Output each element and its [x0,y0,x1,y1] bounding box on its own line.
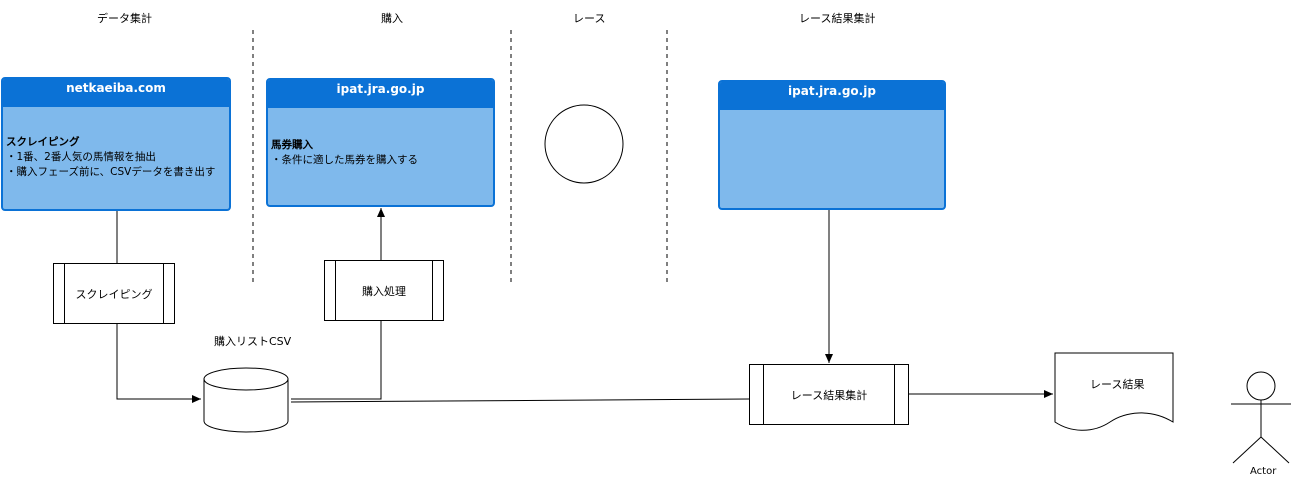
storage-cylinder [203,367,289,433]
card-heading: スクレイピング [6,136,80,148]
process-label: レース結果集計 [790,388,868,402]
storage-label: 購入リストCSV [214,335,292,348]
connector [291,321,382,400]
connector [116,323,201,403]
card-header: ipat.jra.go.jp [268,80,493,108]
card-line: ・条件に適した馬券を購入する [271,154,418,166]
card-body: 馬券購入 ・条件に適した馬券を購入する [271,138,490,168]
card-header: ipat.jra.go.jp [720,82,944,110]
card-header: netkaeiba.com [3,79,229,107]
actor-figure [1231,371,1291,464]
card-body: スクレイピング ・1番、2番人気の馬情報を抽出 ・購入フェーズ前に、CSVデータ… [6,135,226,180]
card-line: ・購入フェーズ前に、CSVデータを書き出す [6,166,216,178]
process-bar [163,264,164,323]
card-netkeiba: netkaeiba.com スクレイピング ・1番、2番人気の馬情報を抽出 ・購… [1,77,231,211]
card-line: ・1番、2番人気の馬情報を抽出 [6,151,156,163]
process-bar [335,261,336,320]
process-race-result-aggregation: レース結果集計 [749,364,909,425]
card-heading: 馬券購入 [271,139,313,151]
process-bar [763,365,764,424]
process-purchase: 購入処理 [324,260,444,321]
document-label: レース結果 [1090,378,1145,391]
process-scraping: スクレイピング [53,263,175,324]
process-label: 購入処理 [362,284,406,298]
process-bar [432,261,433,320]
process-label: スクレイピング [75,287,153,301]
diagram-canvas [116,30,1291,464]
race-circle [544,104,624,184]
card-ipat-purchase: ipat.jra.go.jp 馬券購入 ・条件に適した馬券を購入する [266,78,495,207]
process-bar [64,264,65,323]
process-bar [894,365,895,424]
card-ipat-results: ipat.jra.go.jp [718,80,946,210]
actor-label: Actor [1250,466,1277,477]
